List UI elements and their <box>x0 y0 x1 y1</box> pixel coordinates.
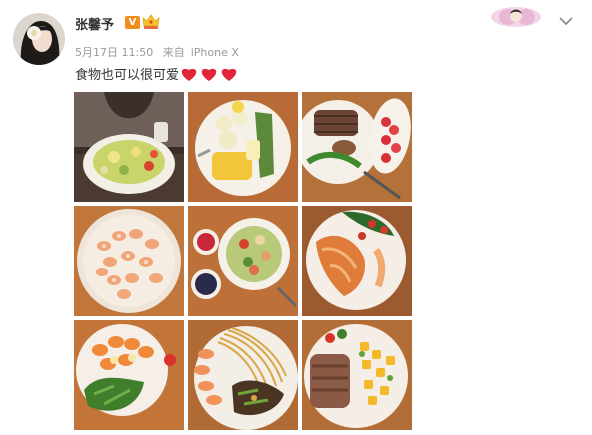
post-text: 食物也可以很可爱 <box>75 64 239 86</box>
photo-7[interactable] <box>74 320 184 430</box>
photo-3[interactable] <box>302 92 412 202</box>
source-prefix: 来自 <box>162 46 185 59</box>
photo-1[interactable] <box>74 92 184 202</box>
verified-badge[interactable]: V <box>125 16 140 29</box>
photo-6[interactable] <box>302 206 412 316</box>
heart-emoji-icons <box>179 66 239 86</box>
photo-8[interactable] <box>188 320 298 430</box>
post-meta: 5月17日 11:50 来自 iPhone X <box>75 44 245 60</box>
photo-4[interactable] <box>74 206 184 316</box>
photo-2[interactable] <box>188 92 298 202</box>
photo-5[interactable] <box>188 206 298 316</box>
crown-icon[interactable] <box>142 14 160 30</box>
username-link[interactable]: 张馨予 <box>75 14 114 33</box>
post-source[interactable]: iPhone X <box>191 46 239 59</box>
avatar[interactable] <box>13 13 65 65</box>
card-decoration <box>490 6 542 28</box>
chevron-down-icon[interactable] <box>558 12 574 26</box>
post-date[interactable]: 5月17日 11:50 <box>75 46 153 59</box>
post-text-body: 食物也可以很可爱 <box>75 68 180 83</box>
photo-9[interactable] <box>302 320 412 430</box>
